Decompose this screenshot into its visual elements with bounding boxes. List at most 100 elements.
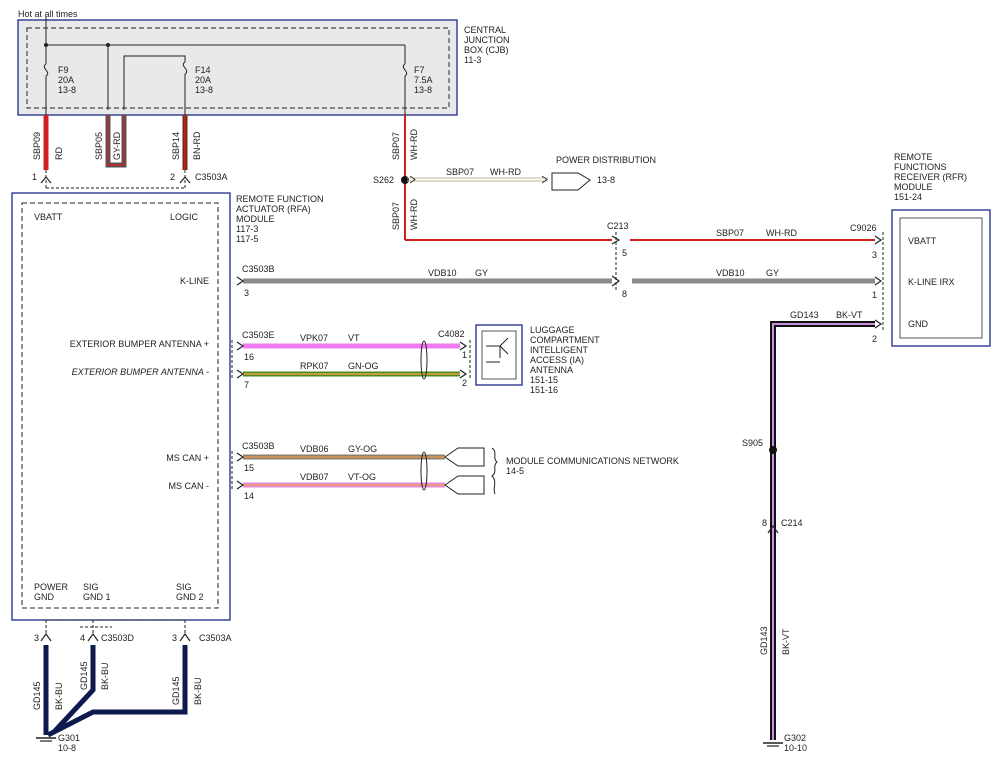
vdb06-circuit: VDB06 [300, 444, 329, 454]
vdb10-left-color: GY [475, 268, 488, 278]
vdb07-circuit: VDB07 [300, 472, 329, 482]
rfr-pin-1: 1 [872, 290, 877, 300]
sbp07-top-color: WH-RD [409, 129, 419, 160]
mcn-title: MODULE COMMUNICATIONS NETWORK [506, 456, 679, 466]
antenna-title-3: INTELLIGENT [530, 345, 589, 355]
can-pin-14: 14 [244, 491, 254, 501]
sbp09-color: RD [54, 147, 64, 160]
gd143-bottom-color: BK-VT [781, 628, 791, 655]
rfa-pin-vbatt: VBATT [34, 212, 63, 222]
antenna-outline [475, 324, 523, 386]
vpk07-circuit: VPK07 [300, 333, 328, 343]
rfa-title-3: MODULE [236, 214, 275, 224]
ext-pin-16: 16 [244, 352, 254, 362]
sbp07-mid-circuit: SBP07 [391, 202, 401, 230]
splice-s905-label: S905 [742, 438, 763, 448]
connector-c213: C213 5 8 [607, 221, 629, 299]
vdb07-color: VT-OG [348, 472, 376, 482]
rfa-pin-power-gnd-1: POWER [34, 582, 69, 592]
fuse-f14-name: F14 [195, 65, 211, 75]
rfa-title-5: 117-5 [236, 234, 258, 244]
gd145-b-circuit: GD145 [79, 661, 89, 690]
gd145-a-circuit: GD145 [32, 681, 42, 710]
rfa-module: REMOTE FUNCTION ACTUATOR (RFA) MODULE 11… [11, 192, 324, 621]
sbp07-mid-color: WH-RD [409, 199, 419, 230]
antenna-title-7: 151-16 [530, 385, 558, 395]
antenna-module: LUGGAGE COMPARTMENT INTELLIGENT ACCESS (… [475, 324, 600, 395]
wire-gd143 [770, 321, 875, 740]
sbp07-pd-color: WH-RD [490, 167, 521, 177]
fuse-f9-ref: 13-8 [58, 85, 76, 95]
fuse-f9-rating: 20A [58, 75, 74, 85]
ext-pin-7: 7 [244, 380, 249, 390]
connector-c214-label: C214 [781, 518, 803, 528]
sbp09-circuit: SBP09 [32, 132, 42, 160]
rfr-pin-3: 3 [872, 250, 877, 260]
sbp05-color: GY-RD [112, 131, 122, 160]
ground-g302-label: G302 [784, 733, 806, 743]
rfr-pin-vbatt: VBATT [908, 236, 937, 246]
splice-s905 [769, 446, 777, 454]
connector-c9026-label: C9026 [850, 223, 877, 233]
ground-g301-label: G301 [58, 733, 80, 743]
rpk07-color: GN-OG [348, 361, 379, 371]
rfa-pin-kline: K-LINE [180, 276, 209, 286]
power-distribution-arrow-icon [551, 172, 591, 191]
gd145-a-color: BK-BU [54, 682, 64, 710]
network-brace-icon [491, 447, 498, 495]
rfr-title-3: RECEIVER (RFR) [894, 172, 967, 182]
antenna-title-4: ACCESS (IA) [530, 355, 584, 365]
rfa-pin-sig-gnd2-2: GND 2 [176, 592, 204, 602]
mscan-pos-arrow-icon [444, 447, 485, 467]
vpk07-color: VT [348, 333, 360, 343]
c213-pin-5: 5 [622, 248, 627, 258]
can-pin-15: 15 [244, 463, 254, 473]
rfa-pin-mscan-pos: MS CAN + [166, 453, 209, 463]
antenna-title-5: ANTENNA [530, 365, 573, 375]
gd143-top-circuit: GD143 [790, 310, 819, 320]
rfa-title-2: ACTUATOR (RFA) [236, 204, 311, 214]
rfa-outline [11, 192, 231, 621]
pin-2-label: 2 [170, 172, 175, 182]
cjb-title-line2: JUNCTION [464, 35, 510, 45]
antenna-pin-2: 2 [462, 378, 467, 388]
gnd-pin-4: 4 [80, 633, 85, 643]
vdb06-color: GY-OG [348, 444, 377, 454]
rfr-title-5: 151-24 [894, 192, 922, 202]
gd145-b-color: BK-BU [100, 662, 110, 690]
c214-pin-8: 8 [762, 518, 767, 528]
gd145-c-circuit: GD145 [171, 676, 181, 705]
connector-c3503a-top: C3503A [195, 172, 228, 182]
central-junction-box: CENTRAL JUNCTION BOX (CJB) 11-3 [17, 19, 510, 116]
rfr-title-1: REMOTE [894, 152, 933, 162]
antenna-icon [486, 337, 509, 363]
mscan-neg-arrow-icon [444, 475, 485, 495]
sbp07-right-circuit: SBP07 [716, 228, 744, 238]
gnd-pin-3a: 3 [34, 633, 39, 643]
fuse-f7-name: F7 [414, 65, 425, 75]
connector-c3503e: C3503E [242, 330, 275, 340]
mcn-ref: 14-5 [506, 466, 524, 476]
rfr-pin-kline-irx: K-LINE IRX [908, 277, 955, 287]
rfa-pin-power-gnd-2: GND [34, 592, 55, 602]
rfr-title-4: MODULE [894, 182, 933, 192]
antenna-title-1: LUGGAGE [530, 325, 575, 335]
connector-c4082: C4082 [438, 329, 465, 339]
cjb-outline [17, 19, 458, 116]
fuse-f14-ref: 13-8 [195, 85, 213, 95]
splice-s262 [401, 176, 409, 184]
kline-pin-3: 3 [244, 288, 249, 298]
wiring-diagram: CENTRAL JUNCTION BOX (CJB) 11-3 Hot at a… [11, 9, 991, 753]
antenna-title-2: COMPARTMENT [530, 335, 600, 345]
ground-g302-icon [763, 742, 783, 747]
power-distribution-ref: 13-8 [597, 175, 615, 185]
connector-c3503b: C3503B [242, 264, 275, 274]
rfa-title-1: REMOTE FUNCTION [236, 194, 324, 204]
sbp05-circuit: SBP05 [94, 132, 104, 160]
connector-c3503d: C3503D [101, 633, 135, 643]
wire-gd143-stripe [772, 323, 875, 740]
connector-c3503a-bottom: C3503A [199, 633, 232, 643]
antenna-title-6: 151-15 [530, 375, 558, 385]
rfa-title-4: 117-3 [236, 224, 258, 234]
cjb-title-line1: CENTRAL [464, 25, 506, 35]
